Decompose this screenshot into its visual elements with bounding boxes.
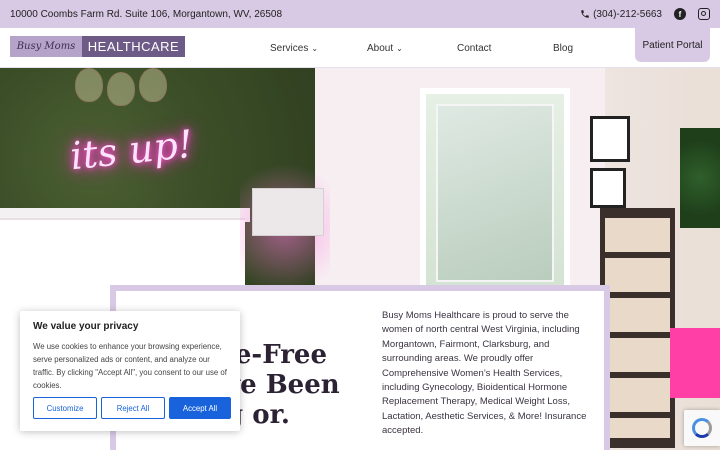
- hero-heading: le-Free ve Been g or.: [225, 340, 340, 430]
- accept-all-button[interactable]: Accept All: [169, 397, 231, 419]
- nav-contact[interactable]: Contact: [457, 28, 491, 68]
- pink-chair: [670, 328, 720, 398]
- printer: [252, 188, 324, 236]
- cookie-text: We use cookies to enhance your browsing …: [33, 342, 227, 390]
- recaptcha-icon: [692, 418, 712, 438]
- cookie-title: We value your privacy: [33, 321, 139, 332]
- chevron-down-icon: ⌄: [396, 43, 403, 53]
- main-navigation: Busy Moms HEALTHCARE Services ⌄ About ⌄ …: [0, 28, 720, 68]
- phone-number: (304)-212-5663: [593, 8, 662, 20]
- facebook-icon[interactable]: f: [674, 8, 686, 20]
- cookie-consent-banner: We value your privacy We use cookies to …: [20, 311, 240, 431]
- logo-word-text: HEALTHCARE: [87, 39, 180, 54]
- plant: [680, 128, 720, 228]
- nav-contact-label: Contact: [457, 42, 492, 54]
- hero-heading-line: g or.: [225, 400, 290, 430]
- nav-services[interactable]: Services ⌄: [270, 28, 318, 68]
- top-bar-right: (304)-212-5663 f: [580, 8, 710, 20]
- phone-link[interactable]: (304)-212-5663: [580, 9, 662, 20]
- wall-frame: [590, 116, 630, 162]
- reject-all-button[interactable]: Reject All: [101, 397, 165, 419]
- card-rack-cards: [605, 218, 670, 438]
- site-logo[interactable]: Busy Moms HEALTHCARE: [10, 36, 185, 57]
- address-text: 10000 Coombs Farm Rd. Suite 106, Morgant…: [10, 8, 283, 20]
- cookie-buttons: Customize Reject All Accept All: [33, 397, 231, 419]
- logo-script-text: Busy Moms: [10, 36, 82, 57]
- recaptcha-badge[interactable]: [684, 410, 720, 446]
- door-window: [436, 104, 554, 282]
- wall-frame: [590, 168, 626, 208]
- nav-blog[interactable]: Blog: [553, 28, 573, 68]
- nav-about-label: About: [367, 42, 394, 54]
- nav-services-label: Services: [270, 42, 309, 54]
- nav-blog-label: Blog: [553, 42, 574, 54]
- intro-paragraph: Busy Moms Healthcare is proud to serve t…: [382, 310, 587, 437]
- hero-heading-line: le-Free: [225, 340, 327, 370]
- top-info-bar: 10000 Coombs Farm Rd. Suite 106, Morgant…: [0, 0, 720, 28]
- patient-portal-button[interactable]: Patient Portal: [635, 28, 710, 62]
- phone-icon: [581, 10, 589, 18]
- chevron-down-icon: ⌄: [311, 43, 319, 53]
- pendant-lights: [75, 68, 170, 108]
- instagram-icon[interactable]: [698, 8, 710, 20]
- hero-heading-line: ve Been: [225, 370, 340, 400]
- nav-about[interactable]: About ⌄: [367, 28, 403, 68]
- customize-button[interactable]: Customize: [33, 397, 97, 419]
